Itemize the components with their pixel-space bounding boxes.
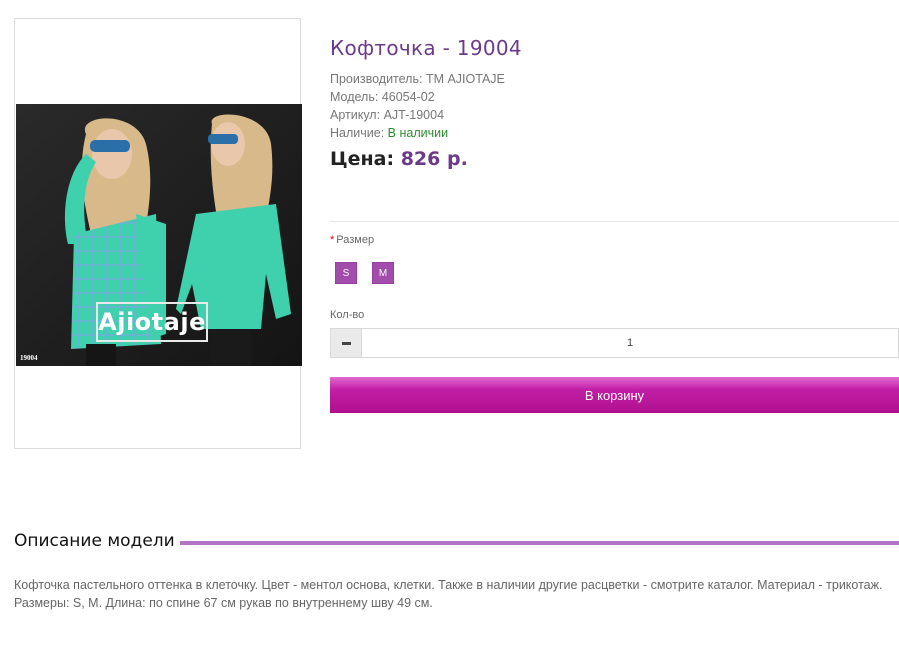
manufacturer-value: ТМ AJIOTAJE <box>425 72 505 86</box>
availability-row: Наличие: В наличии <box>330 124 505 142</box>
availability-status: В наличии <box>387 126 449 140</box>
price-value: 826 р. <box>400 148 468 170</box>
size-option-s[interactable]: S <box>335 262 357 284</box>
sku-label: Артикул: <box>330 108 381 122</box>
manufacturer-row: Производитель: ТМ AJIOTAJE <box>330 70 505 88</box>
product-info: Производитель: ТМ AJIOTAJE Модель: 46054… <box>330 70 505 142</box>
minus-icon <box>341 341 351 345</box>
description-text: Кофточка пастельного оттенка в клеточку.… <box>14 578 883 610</box>
photo-sku-tag: 19004 <box>20 354 38 362</box>
sku-row: Артикул: AJT-19004 <box>330 106 505 124</box>
model-label: Модель: <box>330 90 379 104</box>
divider <box>330 221 899 222</box>
product-title: Кофточка - 19004 <box>330 36 522 60</box>
quantity-label: Кол-во <box>330 309 365 321</box>
availability-label: Наличие: <box>330 126 385 140</box>
quantity-input[interactable]: 1 <box>361 328 899 358</box>
brand-watermark: Ajiotaje <box>96 302 208 342</box>
model-value: 46054-02 <box>381 90 435 104</box>
product-image-frame[interactable]: Ajiotaje 19004 <box>14 18 302 449</box>
description-heading-rule <box>180 541 899 545</box>
price: Цена: 826 р. <box>330 148 468 170</box>
manufacturer-label: Производитель: <box>330 72 423 86</box>
description-heading: Описание модели <box>14 531 175 551</box>
size-option-label: * Размер <box>330 234 374 246</box>
size-label-text: Размер <box>336 234 375 246</box>
required-mark: * <box>330 234 335 246</box>
product-photo[interactable]: Ajiotaje 19004 <box>16 104 302 366</box>
model-row: Модель: 46054-02 <box>330 88 505 106</box>
quantity-decrease-button[interactable] <box>330 328 362 358</box>
add-to-cart-button[interactable]: В корзину <box>330 377 899 413</box>
size-option-m[interactable]: M <box>372 262 394 284</box>
price-label: Цена: <box>330 148 395 170</box>
sku-value: AJT-19004 <box>383 108 445 122</box>
